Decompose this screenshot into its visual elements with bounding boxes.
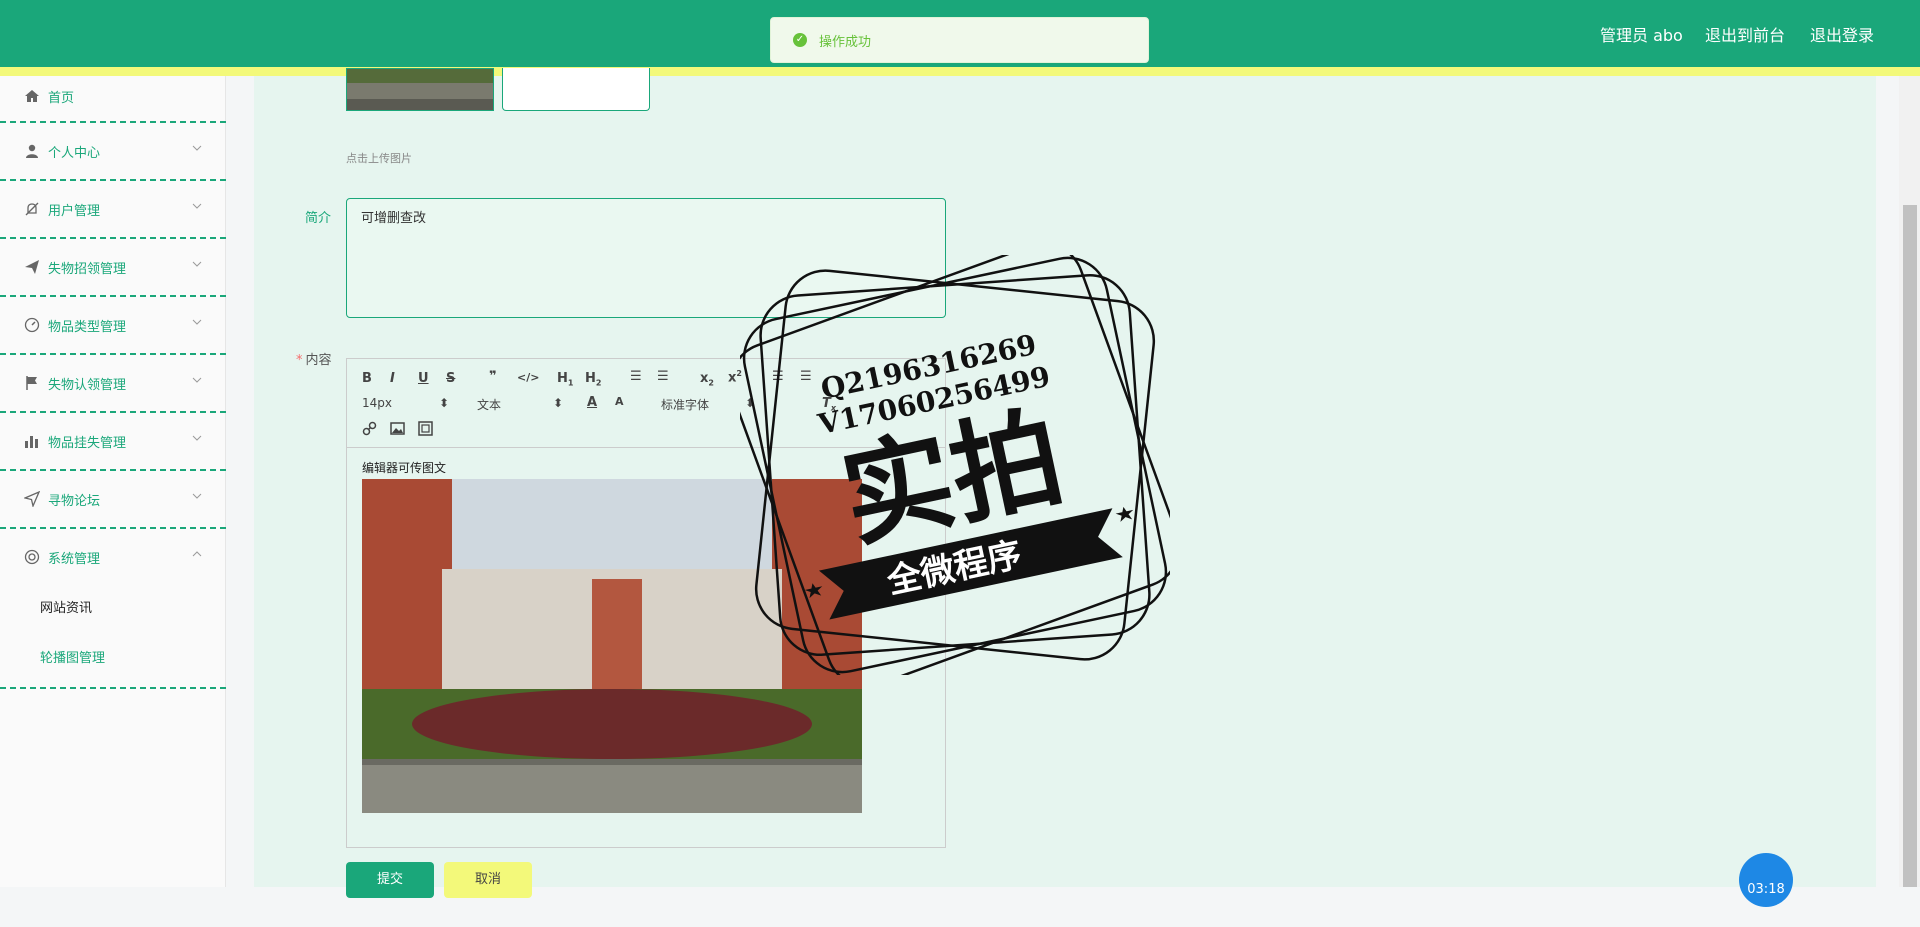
success-toast: ✓ 操作成功	[770, 17, 1149, 63]
block-type-select-arrow-icon: ⬍	[553, 396, 564, 410]
watermark-stamp: Q2196316269 V17060256499 实拍 全微程序	[740, 255, 1170, 675]
send-icon	[25, 260, 39, 274]
bar-chart-icon	[25, 436, 38, 448]
video-icon[interactable]	[418, 421, 433, 436]
submenu-carousel-management[interactable]: 轮播图管理	[40, 647, 105, 666]
gauge-icon	[24, 317, 40, 333]
star-icon	[1115, 506, 1134, 522]
logout-link[interactable]: 退出登录	[1810, 22, 1874, 46]
editor-text: 编辑器可传图文	[362, 461, 447, 475]
italic-button[interactable]: I	[390, 371, 395, 386]
font-size-select[interactable]: 14px	[362, 396, 392, 410]
editor-body[interactable]: 编辑器可传图文	[362, 459, 446, 476]
block-type-select[interactable]: 文本	[477, 396, 501, 413]
ordered-list-icon[interactable]: ☰	[630, 369, 642, 384]
settings-circle-icon	[24, 549, 40, 565]
check-circle-icon: ✓	[793, 33, 807, 47]
heading1-button[interactable]: H1	[557, 371, 573, 388]
sidebar-item-claim[interactable]: 失物认领管理	[0, 355, 226, 413]
cancel-button[interactable]: 取消	[444, 862, 532, 898]
chevron-up-icon	[192, 551, 202, 557]
scrollbar-thumb[interactable]	[1903, 205, 1917, 887]
sidebar-item-report-loss[interactable]: 物品挂失管理	[0, 413, 226, 471]
image-icon[interactable]	[390, 421, 405, 436]
submenu-site-news[interactable]: 网站资讯	[40, 597, 92, 616]
top-bar-accent-stripe	[0, 67, 1920, 76]
font-size-select-arrow-icon: ⬍	[439, 396, 450, 410]
chevron-down-icon	[192, 261, 202, 267]
sidebar-item-lost-found[interactable]: 失物招领管理	[0, 239, 226, 297]
blockquote-button[interactable]: ❞	[489, 369, 497, 384]
subscript-button[interactable]: x2	[700, 371, 714, 388]
uploaded-thumbnail[interactable]	[346, 68, 494, 111]
upload-image-box[interactable]	[502, 68, 650, 111]
sidebar-item-personal-center[interactable]: 个人中心	[0, 123, 226, 181]
underline-button[interactable]: U	[418, 371, 429, 386]
content-label: * 内容	[296, 353, 332, 368]
bell-off-icon	[25, 202, 39, 216]
sidebar-item-item-type[interactable]: 物品类型管理	[0, 297, 226, 355]
background-color-icon[interactable]: A	[615, 395, 624, 408]
user-icon	[26, 144, 38, 158]
bold-button[interactable]: B	[362, 371, 372, 386]
navigation-icon	[24, 491, 40, 507]
chevron-down-icon	[192, 377, 202, 383]
flag-icon	[26, 376, 37, 390]
intro-label: 简介	[305, 211, 332, 226]
exit-to-frontend-link[interactable]: 退出到前台	[1705, 22, 1785, 46]
sidebar: 首页 个人中心 用户管理 失物招领管理 物品类型管理 失物认领管理 物品挂失管理…	[0, 76, 226, 887]
code-block-button[interactable]: </>	[517, 371, 539, 384]
toast-message: 操作成功	[819, 34, 872, 50]
font-family-select[interactable]: 标准字体	[661, 396, 709, 413]
chevron-down-icon	[192, 203, 202, 209]
chevron-down-icon	[192, 319, 202, 325]
font-color-icon[interactable]: A	[587, 395, 597, 410]
link-icon[interactable]	[362, 421, 377, 436]
chevron-down-icon	[192, 435, 202, 441]
chevron-down-icon	[192, 145, 202, 151]
chevron-down-icon	[192, 493, 202, 499]
submit-button[interactable]: 提交	[346, 862, 434, 898]
heading2-button[interactable]: H2	[585, 371, 601, 388]
sidebar-item-forum[interactable]: 寻物论坛	[0, 471, 226, 529]
home-icon	[25, 90, 39, 102]
upload-hint: 点击上传图片	[346, 152, 412, 165]
sidebar-item-system[interactable]: 系统管理 网站资讯 轮播图管理	[0, 529, 226, 689]
timer-badge[interactable]: 03:18	[1739, 853, 1793, 907]
admin-username[interactable]: 管理员 abo	[1600, 22, 1683, 46]
bullet-list-icon[interactable]: ☰	[657, 369, 669, 384]
strike-button[interactable]: S	[446, 371, 455, 386]
sidebar-item-home[interactable]: 首页	[0, 76, 226, 123]
sidebar-item-user-management[interactable]: 用户管理	[0, 181, 226, 239]
